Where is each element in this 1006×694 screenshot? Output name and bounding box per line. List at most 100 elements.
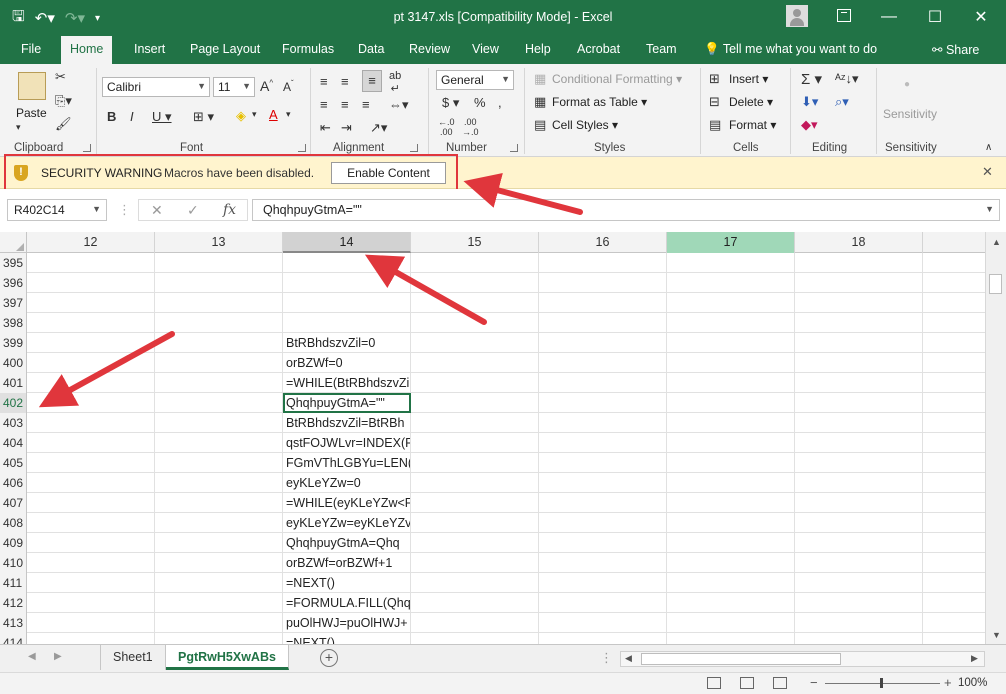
cell[interactable] xyxy=(411,533,539,553)
cell[interactable] xyxy=(155,253,283,273)
cell[interactable] xyxy=(667,593,795,613)
cell[interactable] xyxy=(411,273,539,293)
save-icon[interactable]: 🖫 xyxy=(12,6,25,31)
align-right-icon[interactable]: ≡ xyxy=(362,97,370,112)
cell[interactable]: qstFOJWLvr=INDEX(F xyxy=(283,433,411,453)
cell[interactable] xyxy=(27,473,155,493)
cell[interactable] xyxy=(411,333,539,353)
zoom-slider[interactable] xyxy=(825,678,940,688)
borders-icon[interactable]: ⊞ ▾ xyxy=(193,109,214,125)
cell[interactable] xyxy=(155,593,283,613)
formula-input[interactable]: QhqhpuyGtmA="" ▼ xyxy=(252,199,1000,221)
cell[interactable] xyxy=(795,453,923,473)
add-sheet-icon[interactable]: + xyxy=(320,649,338,667)
cell[interactable] xyxy=(667,393,795,413)
tab-formulas[interactable]: Formulas xyxy=(282,42,334,56)
page-break-view-icon[interactable] xyxy=(773,677,787,689)
tab-view[interactable]: View xyxy=(472,42,499,56)
select-all-button[interactable] xyxy=(0,232,27,253)
delete-cells-icon[interactable]: ⊟ xyxy=(709,94,720,110)
page-layout-view-icon[interactable] xyxy=(740,677,754,689)
cell[interactable] xyxy=(27,493,155,513)
cell[interactable] xyxy=(539,613,667,633)
row-header[interactable]: 408 xyxy=(0,513,27,533)
cell[interactable] xyxy=(539,293,667,313)
cell[interactable] xyxy=(411,373,539,393)
cell[interactable] xyxy=(667,453,795,473)
cell[interactable] xyxy=(27,513,155,533)
sort-filter-icon[interactable]: ᴬᶻ↓▾ xyxy=(835,71,859,87)
cell[interactable]: eyKLeYZw=0 xyxy=(283,473,411,493)
cell[interactable] xyxy=(667,433,795,453)
insert-cells-icon[interactable]: ⊞ xyxy=(709,71,720,87)
vertical-scrollbar[interactable]: ▲ ▼ xyxy=(985,232,1006,644)
row-header[interactable]: 404 xyxy=(0,433,27,453)
cell[interactable] xyxy=(155,433,283,453)
scroll-thumb[interactable] xyxy=(989,274,1002,294)
cell[interactable] xyxy=(795,613,923,633)
undo-icon[interactable]: ↶▾ xyxy=(35,9,55,27)
format-as-table-icon[interactable]: ▦ xyxy=(534,94,546,110)
cell[interactable] xyxy=(155,573,283,593)
close-icon[interactable]: ✕ xyxy=(982,164,993,180)
cell[interactable]: QhqhpuyGtmA=Qhq xyxy=(283,533,411,553)
horizontal-scrollbar[interactable]: ◀ ▶ xyxy=(620,651,985,667)
zoom-level[interactable]: 100% xyxy=(958,677,987,689)
cell[interactable] xyxy=(667,253,795,273)
cell[interactable]: orBZWf=0 xyxy=(283,353,411,373)
cell[interactable] xyxy=(283,273,411,293)
cell[interactable] xyxy=(539,393,667,413)
normal-view-icon[interactable] xyxy=(707,677,721,689)
cell[interactable] xyxy=(411,493,539,513)
cell[interactable] xyxy=(155,273,283,293)
cell[interactable] xyxy=(27,573,155,593)
cell[interactable] xyxy=(539,253,667,273)
cell[interactable] xyxy=(411,633,539,644)
cell[interactable] xyxy=(539,633,667,644)
row-header[interactable]: 410 xyxy=(0,553,27,573)
cancel-icon[interactable]: ✕ xyxy=(151,202,163,219)
cell[interactable] xyxy=(539,453,667,473)
cell-styles-button[interactable]: Cell Styles ▾ xyxy=(552,118,618,132)
clipboard-launcher-icon[interactable] xyxy=(83,144,91,152)
row-header[interactable]: 403 xyxy=(0,413,27,433)
font-name-combo[interactable]: Calibri ▼ xyxy=(102,77,210,97)
cell[interactable] xyxy=(27,273,155,293)
cell[interactable] xyxy=(667,413,795,433)
cell[interactable]: puOlHWJ=puOlHWJ+ xyxy=(283,613,411,633)
cell[interactable] xyxy=(411,293,539,313)
cell[interactable] xyxy=(539,493,667,513)
format-painter-icon[interactable]: 🖌 xyxy=(55,116,72,132)
sheet-tab[interactable]: Sheet1 xyxy=(100,645,166,670)
row-header[interactable]: 407 xyxy=(0,493,27,513)
sheet-tab-active[interactable]: PgtRwH5XwABs xyxy=(166,645,289,670)
worksheet-grid[interactable]: 12 13 14 15 16 17 18 395 396 397 398 399 BtRBhdszvZ… xyxy=(0,232,1006,644)
maximize-button[interactable]: ☐ xyxy=(912,0,958,34)
currency-icon[interactable]: $ ▾ xyxy=(442,95,459,111)
tab-split-grip-icon[interactable]: ⋮ xyxy=(600,650,613,666)
tab-page-layout[interactable]: Page Layout xyxy=(190,42,260,56)
cell[interactable] xyxy=(27,553,155,573)
row-header[interactable]: 411 xyxy=(0,573,27,593)
cell[interactable] xyxy=(795,353,923,373)
row-header[interactable]: 400 xyxy=(0,353,27,373)
cell[interactable] xyxy=(155,493,283,513)
cell[interactable] xyxy=(795,393,923,413)
italic-icon[interactable]: I xyxy=(130,109,134,124)
cell[interactable]: eyKLeYZw=eyKLeYZv xyxy=(283,513,411,533)
column-header-18[interactable]: 18 xyxy=(795,232,923,253)
cell[interactable] xyxy=(411,453,539,473)
account-avatar[interactable] xyxy=(786,5,808,27)
column-header-17[interactable]: 17 xyxy=(667,232,795,253)
row-header[interactable]: 402 xyxy=(0,393,27,413)
cell[interactable] xyxy=(539,473,667,493)
enter-icon[interactable]: ✓ xyxy=(187,202,199,219)
expand-formula-icon[interactable]: ▼ xyxy=(985,204,994,214)
row-header[interactable]: 414 xyxy=(0,633,27,644)
tab-team[interactable]: Team xyxy=(646,42,677,56)
cell[interactable] xyxy=(411,573,539,593)
orientation-icon[interactable]: ↗▾ xyxy=(370,120,387,136)
number-format-combo[interactable]: General ▼ xyxy=(436,70,514,90)
cell[interactable] xyxy=(539,373,667,393)
bold-icon[interactable]: B xyxy=(107,109,116,124)
